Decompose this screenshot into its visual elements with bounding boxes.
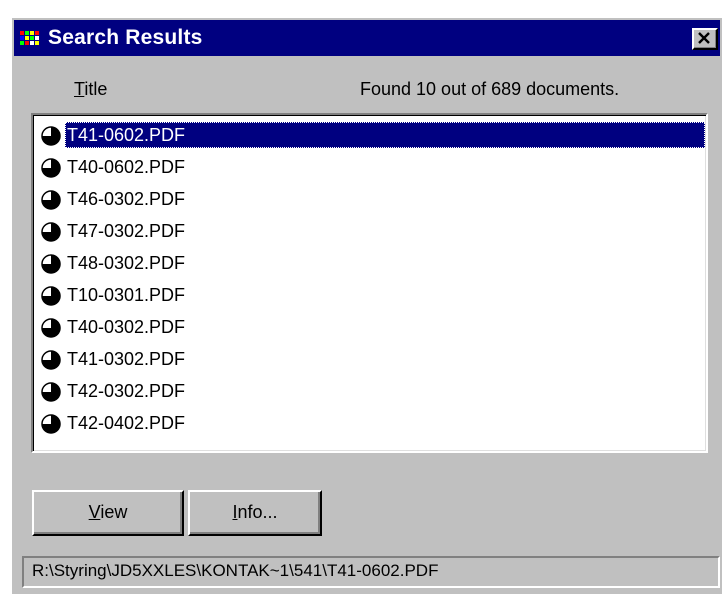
app-icon <box>20 29 42 47</box>
close-button[interactable] <box>692 28 718 50</box>
status-bar-path: R:\Styring\JD5XXLES\KONTAK~1\541\T41-060… <box>22 556 720 588</box>
relevance-pie-icon <box>41 222 61 242</box>
view-button-label: iew <box>100 502 128 522</box>
list-item[interactable]: T47-0302.PDF <box>33 216 706 248</box>
list-item[interactable]: T41-0302.PDF <box>33 344 706 376</box>
list-item-label: T40-0602.PDF <box>67 157 186 177</box>
relevance-pie-icon <box>41 286 61 306</box>
view-button[interactable]: View <box>32 490 184 536</box>
relevance-pie-icon <box>41 190 61 210</box>
title-column-header[interactable]: Title <box>74 78 107 100</box>
list-item[interactable]: T41-0602.PDF <box>33 120 706 152</box>
relevance-pie-icon <box>41 254 61 274</box>
relevance-pie-icon <box>41 382 61 402</box>
list-item-label: T42-0402.PDF <box>67 413 186 433</box>
view-button-mnemonic: V <box>88 502 101 522</box>
list-item-label: T41-0602.PDF <box>65 122 705 148</box>
list-item-label: T42-0302.PDF <box>67 381 186 401</box>
close-icon <box>698 32 710 44</box>
list-item[interactable]: T48-0302.PDF <box>33 248 706 280</box>
list-item[interactable]: T40-0602.PDF <box>33 152 706 184</box>
info-button[interactable]: Info... <box>188 490 322 536</box>
list-item-label: T40-0302.PDF <box>67 317 186 337</box>
list-item-label: T48-0302.PDF <box>67 253 186 273</box>
list-item[interactable]: T46-0302.PDF <box>33 184 706 216</box>
title-bar[interactable]: Search Results <box>14 20 720 56</box>
info-button-label: nfo... <box>237 502 278 522</box>
title-column-header-label: itle <box>84 79 108 99</box>
list-item-label: T10-0301.PDF <box>67 285 186 305</box>
title-column-header-mnemonic: T <box>74 79 85 99</box>
list-item[interactable]: T40-0302.PDF <box>33 312 706 344</box>
list-item[interactable]: T42-0302.PDF <box>33 376 706 408</box>
relevance-pie-icon <box>41 350 61 370</box>
window-title: Search Results <box>48 26 203 49</box>
relevance-pie-icon <box>41 318 61 338</box>
relevance-pie-icon <box>41 126 61 146</box>
list-item-label: T41-0302.PDF <box>67 349 186 369</box>
list-item-label: T46-0302.PDF <box>67 189 186 209</box>
list-item[interactable]: T10-0301.PDF <box>33 280 706 312</box>
relevance-pie-icon <box>41 414 61 434</box>
results-listbox[interactable]: T41-0602.PDF T40-0602.PDF T46-0302.PDF T47-… <box>31 113 708 453</box>
relevance-pie-icon <box>41 158 61 178</box>
list-item[interactable]: T42-0402.PDF <box>33 408 706 440</box>
list-item-label: T47-0302.PDF <box>67 221 186 241</box>
results-count-text: Found 10 out of 689 documents. <box>360 79 620 99</box>
search-results-window: Search Results Title Found 10 out of 689… <box>10 16 722 594</box>
